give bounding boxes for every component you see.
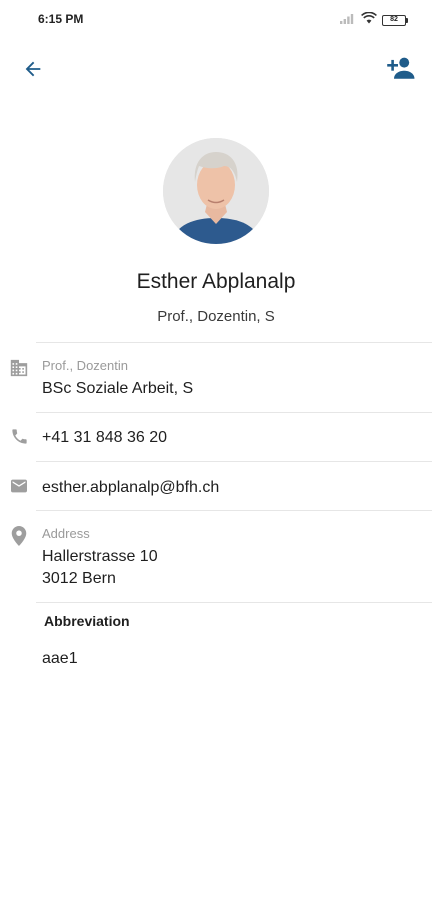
divider: [36, 510, 432, 511]
organization-value: BSc Soziale Arbeit, S: [42, 380, 194, 397]
phone-icon: [8, 425, 30, 447]
divider: [36, 412, 432, 413]
signal-bars-icon: [340, 11, 356, 29]
back-button[interactable]: [18, 56, 48, 86]
email-value: esther.abplanalp@bfh.ch: [42, 479, 220, 496]
organization-label: Prof., Dozentin: [42, 358, 128, 373]
contact-name: Esther Abplanalp: [136, 270, 296, 293]
battery-indicator: 82: [382, 14, 408, 26]
add-contact-button[interactable]: [384, 55, 418, 85]
status-time: 6:15 PM: [38, 12, 84, 26]
divider: [36, 342, 432, 343]
arrow-back-icon: [22, 58, 44, 85]
divider: [36, 602, 432, 603]
phone-value: +41 31 848 36 20: [42, 429, 168, 446]
building-icon: [8, 357, 30, 379]
app-bar: [0, 50, 432, 90]
abbreviation-heading: Abbreviation: [44, 613, 130, 629]
divider: [36, 461, 432, 462]
email-icon: [8, 475, 30, 497]
person-add-icon: [387, 56, 415, 85]
location-pin-icon: [8, 525, 30, 547]
address-line1: Hallerstrasse 10: [42, 548, 158, 565]
contact-subtitle: Prof., Dozentin, S: [157, 308, 275, 325]
abbreviation-value: aae1: [42, 650, 78, 667]
status-icons: 82: [340, 11, 408, 29]
address-line2: 3012 Bern: [42, 570, 116, 587]
avatar: [163, 138, 269, 244]
address-label: Address: [42, 526, 90, 541]
wifi-icon: [361, 11, 377, 29]
status-bar: 6:15 PM 82: [0, 0, 432, 38]
